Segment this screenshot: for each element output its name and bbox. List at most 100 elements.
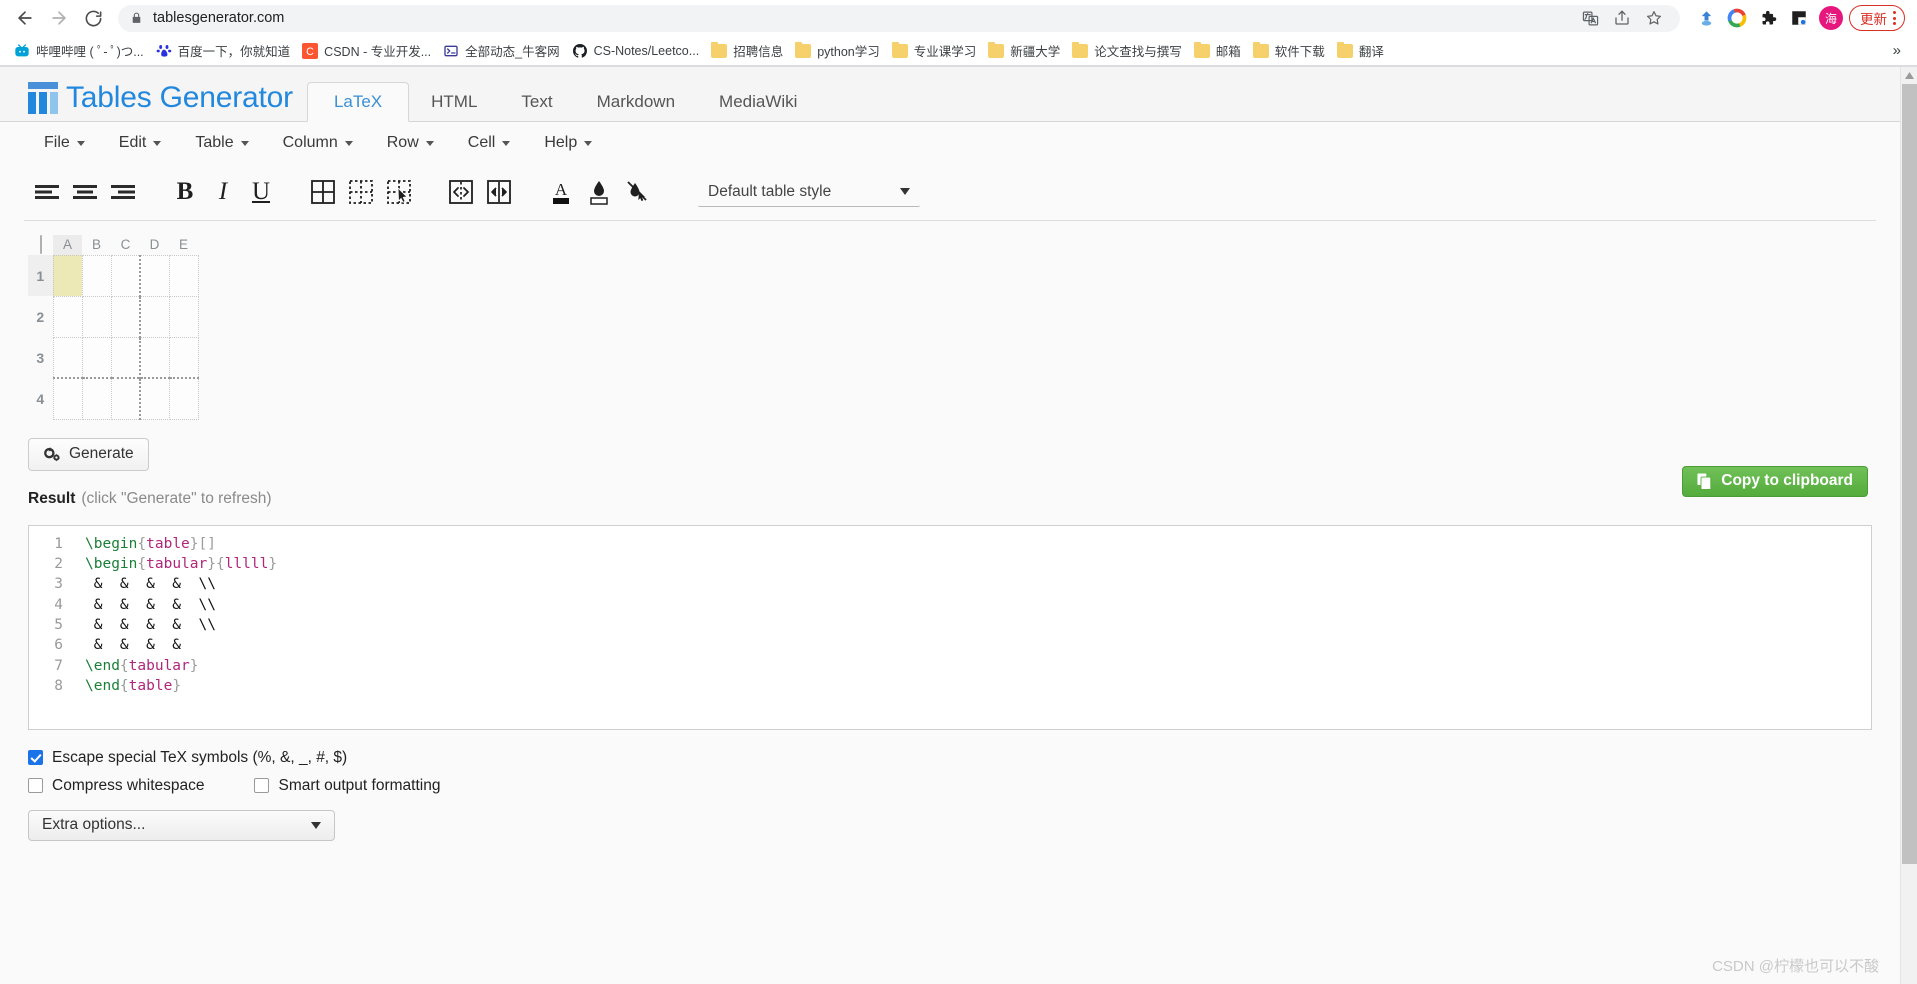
borders-select-icon[interactable]: [380, 173, 418, 211]
generate-button[interactable]: Generate: [28, 437, 149, 471]
copy-to-clipboard-button[interactable]: Copy to clipboard: [1682, 465, 1868, 497]
align-right-icon[interactable]: [104, 173, 142, 211]
col-header-a[interactable]: A: [53, 235, 82, 255]
cell-d2[interactable]: [139, 295, 170, 338]
tab-html[interactable]: HTML: [409, 83, 499, 121]
fill-color-icon[interactable]: [580, 173, 618, 211]
address-bar[interactable]: tablesgenerator.com: [118, 4, 1680, 32]
brand[interactable]: Tables Generator: [28, 81, 293, 121]
reload-icon[interactable]: [76, 1, 110, 35]
latex-output-code[interactable]: 1 2 3 4 5 6 7 8 \begin{table}[] \begin{ta…: [28, 524, 1872, 730]
update-button[interactable]: 更新: [1849, 5, 1905, 31]
bookmark-item[interactable]: C CSDN - 专业开发...: [296, 39, 437, 62]
menu-row[interactable]: Row: [373, 130, 448, 156]
borders-all-icon[interactable]: [304, 173, 342, 211]
google-colors-extension-icon[interactable]: [1723, 4, 1751, 32]
menu-edit[interactable]: Edit: [105, 130, 176, 156]
bookmark-item[interactable]: 邮箱: [1188, 39, 1247, 62]
extra-options-dropdown[interactable]: Extra options...: [28, 809, 335, 841]
col-header-b[interactable]: B: [82, 235, 111, 255]
puzzle-extensions-icon[interactable]: [1754, 4, 1782, 32]
compress-whitespace-checkbox[interactable]: [28, 778, 43, 793]
cell-b1[interactable]: [81, 254, 112, 297]
menu-help[interactable]: Help: [530, 130, 606, 156]
tab-text[interactable]: Text: [499, 83, 574, 121]
select-all-cell[interactable]: [28, 235, 53, 255]
cell-c4[interactable]: [110, 377, 141, 420]
bookmark-item[interactable]: CS-Notes/Leetco...: [566, 41, 706, 61]
window-extension-icon[interactable]: [1785, 4, 1813, 32]
menu-file[interactable]: File: [30, 130, 99, 156]
menu-cell[interactable]: Cell: [454, 130, 525, 156]
col-header-c[interactable]: C: [111, 235, 140, 255]
forward-arrow-icon[interactable]: [42, 1, 76, 35]
cell-a4[interactable]: [52, 377, 83, 420]
row-header-4[interactable]: 4: [28, 378, 53, 419]
cell-a2[interactable]: [52, 295, 83, 338]
cell-d4[interactable]: [139, 377, 170, 420]
merge-cells-icon[interactable]: [442, 173, 480, 211]
cell-a1[interactable]: [52, 254, 83, 297]
col-header-e[interactable]: E: [169, 235, 198, 255]
cell-b4[interactable]: [81, 377, 112, 420]
bookmark-item[interactable]: 软件下载: [1247, 39, 1331, 62]
smart-formatting-checkbox[interactable]: [254, 778, 270, 793]
bookmark-item[interactable]: 哔哩哔哩 ( ﾟ- ﾟ)つ...: [8, 39, 150, 62]
back-arrow-icon[interactable]: [8, 1, 42, 35]
bookmark-star-icon[interactable]: [1640, 4, 1668, 32]
option-escape-tex-row[interactable]: Escape special TeX symbols (%, &, _, #, …: [28, 744, 1900, 772]
cell-e3[interactable]: [168, 336, 199, 379]
scrollbar-thumb[interactable]: [1902, 84, 1917, 864]
cell-c2[interactable]: [110, 295, 141, 338]
bookmark-item[interactable]: 专业课学习: [886, 39, 983, 62]
cell-c1[interactable]: [110, 254, 141, 297]
bookmark-item[interactable]: python学习: [789, 39, 886, 62]
translate-icon[interactable]: [1576, 4, 1604, 32]
bookmark-item[interactable]: 新疆大学: [982, 39, 1066, 62]
page-scrollbar[interactable]: [1900, 67, 1917, 984]
profile-avatar[interactable]: 海: [1819, 6, 1843, 30]
code-lines[interactable]: \begin{table}[] \begin{tabular}{lllll} & …: [73, 526, 1871, 729]
menu-table[interactable]: Table: [181, 130, 262, 156]
align-center-icon[interactable]: [66, 173, 104, 211]
cell-e2[interactable]: [168, 295, 199, 338]
bookmark-item[interactable]: 论文查找与撰写: [1066, 39, 1188, 62]
clear-formatting-icon[interactable]: [618, 173, 656, 211]
row-header-3[interactable]: 3: [28, 337, 53, 378]
cell-e1[interactable]: [168, 254, 199, 297]
underline-icon[interactable]: U: [242, 173, 280, 211]
cell-a3[interactable]: [52, 336, 83, 379]
bookmark-item[interactable]: 全部动态_牛客网: [437, 39, 565, 62]
bookmark-item[interactable]: 招聘信息: [705, 39, 789, 62]
table-grid[interactable]: A B C D E 1 2 3 4: [28, 235, 199, 420]
borders-none-icon[interactable]: [342, 173, 380, 211]
col-header-d[interactable]: D: [140, 235, 169, 255]
browser-menu-icon[interactable]: [1893, 11, 1896, 25]
tab-latex[interactable]: LaTeX: [306, 82, 410, 122]
tab-mediawiki[interactable]: MediaWiki: [697, 83, 819, 121]
row-header-2[interactable]: 2: [28, 296, 53, 337]
tab-markdown[interactable]: Markdown: [575, 83, 697, 121]
row-header-1[interactable]: 1: [28, 255, 53, 296]
split-cells-icon[interactable]: [480, 173, 518, 211]
cell-d1[interactable]: [139, 254, 170, 297]
scroll-up-arrow-icon[interactable]: [1901, 67, 1917, 84]
text-color-icon[interactable]: A: [542, 173, 580, 211]
escape-tex-checkbox[interactable]: [28, 750, 43, 765]
bookmark-item[interactable]: 翻译: [1331, 39, 1390, 62]
bookmark-item[interactable]: 百度一下，你就知道: [150, 39, 297, 62]
table-style-select[interactable]: Default table style: [698, 177, 920, 207]
cell-b3[interactable]: [81, 336, 112, 379]
cell-b2[interactable]: [81, 295, 112, 338]
menu-column[interactable]: Column: [269, 130, 367, 156]
bookmarks-overflow-button[interactable]: »: [1885, 42, 1909, 59]
blue-arrow-extension-icon[interactable]: [1692, 4, 1720, 32]
select-all-checkbox[interactable]: [39, 235, 42, 254]
align-left-icon[interactable]: [28, 173, 66, 211]
share-icon[interactable]: [1608, 4, 1636, 32]
bold-icon[interactable]: B: [166, 173, 204, 211]
cell-c3[interactable]: [110, 336, 141, 379]
cell-e4[interactable]: [168, 377, 199, 420]
italic-icon[interactable]: I: [204, 173, 242, 211]
cell-d3[interactable]: [139, 336, 170, 379]
